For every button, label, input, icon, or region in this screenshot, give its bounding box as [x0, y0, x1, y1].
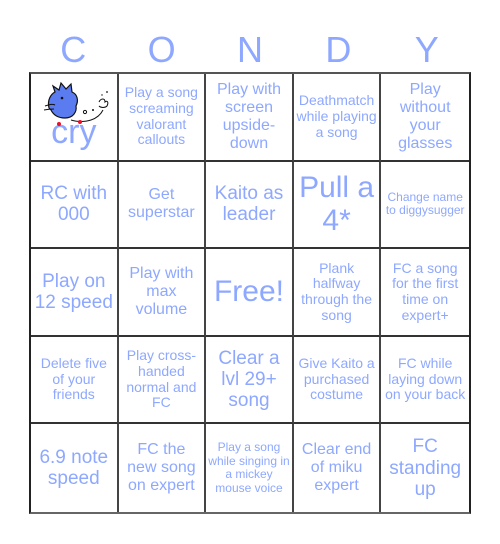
bingo-cell[interactable]: RC with 000: [31, 161, 119, 250]
cell-text: Play with screen upside-down: [216, 80, 281, 152]
cell-text: Deathmatch while playing a song: [296, 92, 377, 140]
cell-text: Delete five of your friends: [40, 355, 107, 403]
header-letter-d: D: [325, 29, 352, 70]
cell-text: Get superstar: [128, 186, 195, 222]
cell-text: Play on 12 speed: [34, 270, 113, 313]
bingo-cell[interactable]: Pull a 4*: [293, 161, 382, 250]
bingo-cell[interactable]: Play a song screaming valorant callouts: [118, 74, 207, 162]
bingo-cell[interactable]: FC a song for the first time on expert+: [381, 249, 469, 337]
bingo-cell[interactable]: FC while laying down on your back: [381, 337, 469, 425]
bingo-cell[interactable]: Clear a lvl 29+ song: [206, 336, 294, 425]
cell-text: Play a song screaming valorant callouts: [124, 84, 198, 148]
bingo-cell[interactable]: Play without your glasses: [381, 74, 469, 162]
cell-text: FC standing up: [389, 436, 462, 500]
bingo-cell[interactable]: Change name to diggysugger: [381, 162, 469, 250]
bingo-cell[interactable]: Play with screen upside-down: [206, 74, 294, 162]
bingo-cell[interactable]: Deathmatch while playing a song: [293, 74, 382, 162]
bingo-board: cry Play a song screaming valorant callo…: [29, 72, 471, 514]
bingo-cell[interactable]: Get superstar: [118, 161, 207, 250]
cell-text: 6.9 note speed: [39, 446, 109, 490]
cell-text: Kaito as leader: [214, 183, 284, 226]
cell-text: Pull a 4*: [299, 170, 375, 238]
header-letter-y: Y: [414, 29, 439, 70]
header-letter-n: N: [236, 29, 263, 70]
cell-text: Play a song while singing in a mickey mo…: [208, 440, 290, 495]
cell-text: FC while laying down on your back: [385, 355, 466, 403]
cell-text: Change name to diggysugger: [385, 189, 465, 218]
bingo-cell[interactable]: Play a song while singing in a mickey mo…: [206, 424, 294, 512]
cell-text: Free!: [213, 275, 284, 309]
bingo-cell[interactable]: Delete five of your friends: [31, 336, 119, 425]
cell-text: Clear a lvl 29+ song: [218, 347, 280, 412]
cell-text: Play cross-handed normal and FC: [126, 347, 197, 411]
bingo-cell[interactable]: 6.9 note speed: [31, 424, 119, 512]
bingo-cell[interactable]: FC the new song on expert: [119, 424, 207, 512]
bingo-header: C O N D Y: [29, 28, 471, 72]
free-space-cell[interactable]: Free!: [206, 249, 294, 337]
header-letter-c: C: [60, 29, 87, 70]
bingo-cell[interactable]: Plank halfway through the song: [293, 249, 382, 337]
bingo-cell[interactable]: Clear end of miku expert: [294, 424, 382, 512]
cell-text: Play without your glasses: [398, 80, 453, 152]
cell-text: Plank halfway through the song: [301, 259, 373, 323]
bingo-cell[interactable]: FC standing up: [381, 424, 469, 512]
bingo-cell[interactable]: Kaito as leader: [206, 161, 294, 250]
cell-text: FC the new song on expert: [127, 441, 196, 495]
cell-text: Play with max volume: [129, 265, 194, 318]
bingo-cell[interactable]: Play on 12 speed: [31, 249, 119, 337]
cell-text: Clear end of miku expert: [301, 441, 372, 495]
bingo-cell[interactable]: Play cross-handed normal and FC: [118, 336, 207, 425]
bingo-cell[interactable]: Give Kaito a purchased costume: [293, 336, 382, 425]
header-letter-o: O: [147, 29, 176, 70]
cell-text: RC with 000: [40, 183, 108, 226]
bingo-cell[interactable]: Play with max volume: [118, 249, 207, 337]
blue-hedgehog-drawing-icon: [43, 81, 109, 126]
cell-text: FC a song for the first time on expert+: [392, 259, 459, 323]
cell-text: Give Kaito a purchased costume: [298, 355, 375, 403]
bingo-cell[interactable]: cry: [31, 74, 119, 162]
